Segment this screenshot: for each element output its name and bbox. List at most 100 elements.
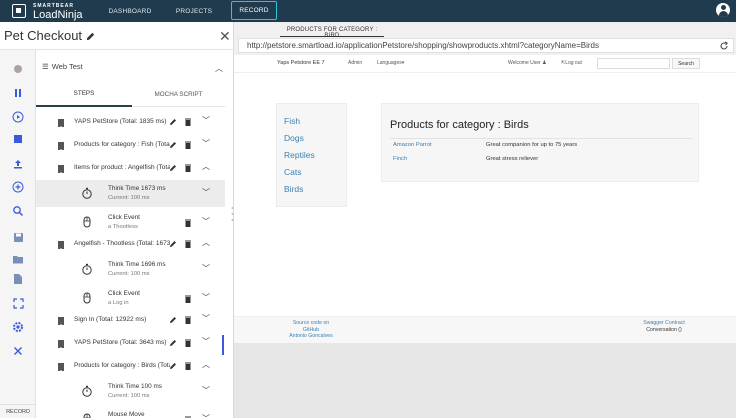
category-link-dogs[interactable]: Dogs: [284, 133, 304, 143]
url-text: http://petstore.smartload.io/application…: [247, 41, 599, 50]
expand-chevron-icon[interactable]: ﹀: [202, 139, 210, 149]
delete-trash-icon[interactable]: [185, 164, 191, 172]
category-link-fish[interactable]: Fish: [284, 116, 300, 126]
site-logout-link[interactable]: ⇱Log out: [561, 60, 582, 66]
url-bar[interactable]: http://petstore.smartload.io/application…: [238, 38, 734, 53]
delete-trash-icon[interactable]: [185, 219, 191, 227]
substep-title: Think Time 1673 ms: [108, 185, 166, 192]
close-icon[interactable]: [11, 344, 25, 358]
close-panel-icon[interactable]: ✕: [219, 29, 231, 43]
edit-pencil-icon[interactable]: [169, 362, 177, 370]
step-row[interactable]: YAPS PetStore (Total: 1835 ms) ﹀: [36, 110, 225, 134]
delete-trash-icon[interactable]: [185, 118, 191, 126]
steps-scrollbar[interactable]: [222, 335, 224, 355]
edit-pencil-icon[interactable]: [169, 141, 177, 149]
step-label: Items for product : Angelfish (Total: ..…: [74, 164, 170, 171]
browser-tab[interactable]: PRODUCTS FOR CATEGORY : BIRD: [280, 27, 384, 39]
delete-trash-icon[interactable]: [185, 362, 191, 370]
category-link-reptiles[interactable]: Reptiles: [284, 150, 315, 160]
step-label: YAPS PetStore (Total: 3643 ms): [74, 339, 167, 346]
user-avatar-icon[interactable]: [716, 3, 730, 17]
site-search-button[interactable]: Search: [672, 58, 700, 69]
test-title: Pet Checkout: [4, 28, 83, 43]
site-brand[interactable]: Yaps Petstore EE 7: [277, 60, 325, 66]
upload-icon[interactable]: [11, 157, 25, 171]
search-icon[interactable]: [11, 204, 25, 218]
expand-chevron-icon[interactable]: ﹀: [202, 414, 210, 418]
site-search-input[interactable]: [597, 58, 670, 69]
avatar-body: [718, 11, 728, 17]
delete-trash-icon[interactable]: [185, 141, 191, 149]
step-row[interactable]: Items for product : Angelfish (Total: ..…: [36, 156, 225, 180]
settings-gear-icon[interactable]: [11, 320, 25, 334]
site-welcome-user[interactable]: Welcome User ♟: [508, 60, 547, 66]
tab-steps[interactable]: STEPS: [36, 81, 132, 107]
play-circle-icon[interactable]: [11, 110, 25, 124]
substep-think-time[interactable]: Think Time 100 ms Current: 100 ms ﹀: [36, 378, 225, 405]
substep-title: Click Event: [108, 290, 140, 297]
substep-detail: Current: 100 ms: [108, 393, 150, 399]
expand-chevron-icon[interactable]: ﹀: [202, 293, 210, 303]
site-admin-link[interactable]: Admin: [348, 60, 362, 66]
delete-trash-icon[interactable]: [185, 240, 191, 248]
file-icon[interactable]: [11, 272, 25, 286]
category-list: Fish Dogs Reptiles Cats Birds: [276, 103, 347, 207]
edit-pencil-icon[interactable]: [169, 316, 177, 324]
delete-trash-icon[interactable]: [185, 316, 191, 324]
record-dot-icon[interactable]: [11, 62, 25, 76]
recording-browser: PRODUCTS FOR CATEGORY : BIRD http://pets…: [234, 22, 736, 418]
tab-mocha-script[interactable]: MOCHA SCRIPT: [132, 81, 225, 107]
nav-dashboard[interactable]: DASHBOARD: [103, 0, 157, 22]
expand-chevron-icon[interactable]: ﹀: [202, 188, 210, 198]
expand-chevron-icon[interactable]: ﹀: [202, 116, 210, 126]
expand-chevron-icon[interactable]: ﹀: [202, 337, 210, 347]
edit-pencil-icon[interactable]: [169, 339, 177, 347]
expand-chevron-icon[interactable]: ﹀: [202, 314, 210, 324]
step-row[interactable]: YAPS PetStore (Total: 3643 ms) ﹀: [36, 331, 225, 355]
add-step-icon[interactable]: [11, 180, 25, 194]
product-name-link[interactable]: Amazon Parrot: [393, 142, 432, 148]
save-icon[interactable]: [11, 230, 25, 244]
footer-author-link[interactable]: Antonio Goncalves: [274, 333, 348, 340]
step-row[interactable]: Sign In (Total: 12922 ms) ﹀: [36, 308, 225, 332]
step-row[interactable]: Angelfish - Thootless (Total: 1673 ms) ︿: [36, 232, 225, 256]
substep-detail: a Log in: [108, 300, 129, 306]
category-link-cats[interactable]: Cats: [284, 167, 301, 177]
collapse-chevron-icon[interactable]: ︿: [215, 63, 223, 74]
expand-icon[interactable]: [11, 296, 25, 310]
nav-record[interactable]: RECORD: [231, 1, 277, 20]
collapse-chevron-icon[interactable]: ︿: [202, 238, 210, 248]
step-label: Products for category : Birds (Total: ..…: [74, 362, 170, 369]
step-row[interactable]: Products for category : Fish (Total: ...…: [36, 133, 225, 157]
edit-pencil-icon[interactable]: [169, 118, 177, 126]
edit-pencil-icon[interactable]: [169, 164, 177, 172]
top-nav-bar: SMARTBEAR LoadNinja DASHBOARD PROJECTS R…: [0, 0, 736, 22]
category-link-birds[interactable]: Birds: [284, 184, 303, 194]
delete-trash-icon[interactable]: [185, 339, 191, 347]
collapse-chevron-icon[interactable]: ︿: [202, 360, 210, 370]
substep-think-time[interactable]: Think Time 1673 ms Current: 100 ms ﹀: [36, 180, 225, 207]
expand-chevron-icon[interactable]: ﹀: [202, 386, 210, 396]
reload-icon[interactable]: [719, 41, 729, 51]
open-folder-icon[interactable]: [11, 252, 25, 266]
collapse-chevron-icon[interactable]: ︿: [202, 162, 210, 172]
loadninja-logo[interactable]: SMARTBEAR LoadNinja: [10, 1, 90, 21]
product-name-link[interactable]: Finch: [393, 156, 407, 162]
stopwatch-icon: [82, 385, 92, 397]
site-languages-dropdown[interactable]: Languages▾: [377, 60, 404, 66]
stop-icon[interactable]: [11, 132, 25, 146]
step-row[interactable]: Products for category : Birds (Total: ..…: [36, 354, 225, 378]
expand-chevron-icon[interactable]: ﹀: [202, 264, 210, 274]
web-test-toggle[interactable]: ☰ Web Test: [42, 62, 83, 71]
delete-trash-icon[interactable]: [185, 295, 191, 303]
logo-brand-name: LoadNinja: [33, 9, 83, 21]
substep-detail: Current: 100 ms: [108, 271, 150, 277]
expand-chevron-icon[interactable]: ﹀: [202, 217, 210, 227]
edit-title-pencil-icon[interactable]: [85, 31, 96, 42]
mouse-icon: [83, 292, 91, 304]
nav-projects[interactable]: PROJECTS: [170, 0, 218, 22]
substep-think-time[interactable]: Think Time 1696 ms Current: 100 ms ﹀: [36, 256, 225, 283]
pause-icon[interactable]: [11, 86, 25, 100]
substep-mouse-move[interactable]: Mouse Move ﹀: [36, 406, 225, 418]
edit-pencil-icon[interactable]: [169, 240, 177, 248]
